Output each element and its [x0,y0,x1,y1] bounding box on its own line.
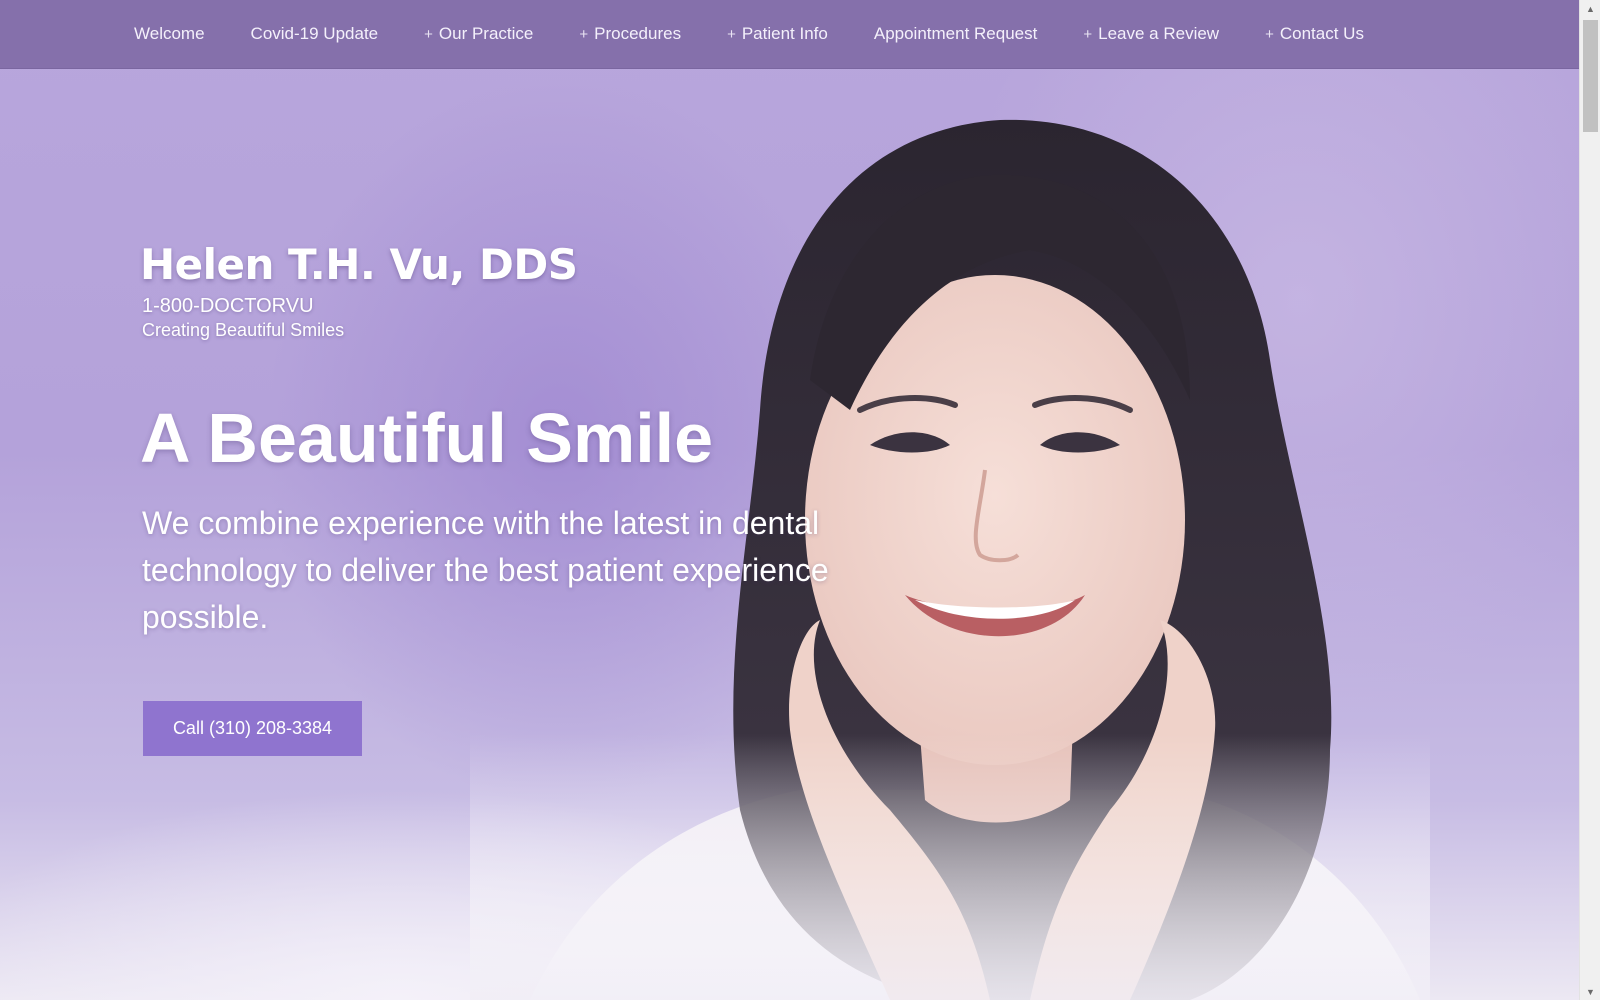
nav-item-label: Welcome [134,24,205,43]
call-button[interactable]: Call (310) 208-3384 [143,701,362,756]
nav-item-label: Procedures [594,24,682,43]
nav-item-appointment-request[interactable]: Appointment Request [874,24,1038,44]
nav-item-contact-us[interactable]: + Contact Us [1265,24,1364,44]
practice-tagline: Creating Beautiful Smiles [142,320,345,340]
nav-item-label: Covid-19 Update [250,24,379,43]
scrollbar-thumb[interactable] [1583,20,1598,132]
plus-icon: + [1083,25,1093,43]
nav-item-procedures[interactable]: + Procedures [579,24,681,44]
nav-item-our-practice[interactable]: + Our Practice [424,24,533,44]
plus-icon: + [579,25,589,43]
practice-name: Helen T.H. Vu, DDS [140,240,578,289]
nav-item-welcome[interactable]: Welcome [134,24,205,44]
top-navigation: Welcome Covid-19 Update + Our Practice +… [0,0,1579,69]
practice-phone: 1-800-DOCTORVU [142,295,314,317]
nav-item-covid-update[interactable]: Covid-19 Update [251,24,379,44]
scroll-down-arrow-icon[interactable]: ▼ [1580,983,1600,1000]
hero-title: A Beautiful Smile [140,399,714,477]
nav-item-label: Appointment Request [873,24,1038,43]
nav-item-label: Our Practice [438,24,534,43]
plus-icon: + [424,25,433,43]
nav-item-label: Patient Info [741,24,828,43]
nav-item-leave-review[interactable]: + Leave a Review [1083,24,1219,44]
scroll-up-arrow-icon[interactable]: ▲ [1580,0,1600,17]
page-viewport: Helen T.H. Vu, DDS 1-800-DOCTORVU Creati… [0,0,1579,1000]
nav-item-label: Leave a Review [1098,24,1220,43]
nav-item-patient-info[interactable]: + Patient Info [727,24,828,44]
plus-icon: + [727,25,736,43]
hero-description: We combine experience with the latest in… [142,505,829,635]
nav-menu: Welcome Covid-19 Update + Our Practice +… [134,0,1410,68]
plus-icon: + [1265,25,1274,43]
nav-item-label: Contact Us [1279,24,1364,43]
vertical-scrollbar[interactable]: ▲ ▼ [1579,0,1600,1000]
